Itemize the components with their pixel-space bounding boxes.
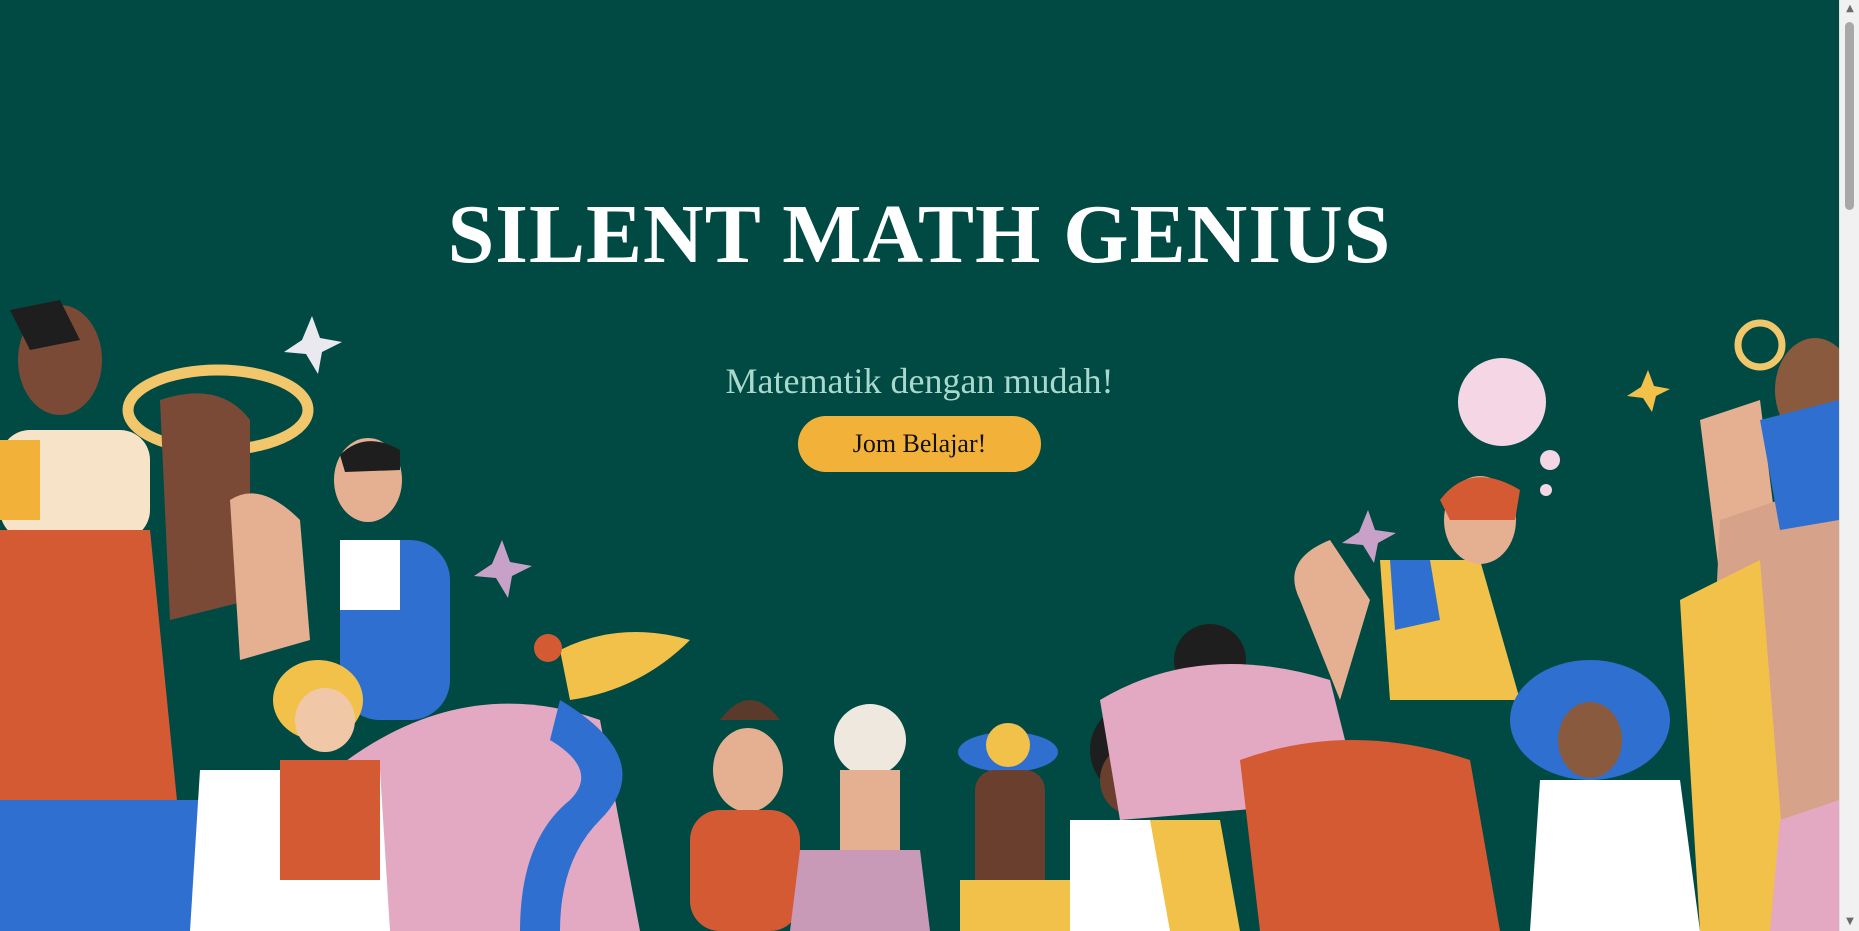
hero-section: SILENT MATH GENIUS Matematik dengan muda… [0,0,1839,931]
scroll-down-icon[interactable]: ▼ [1840,913,1859,931]
page-title: SILENT MATH GENIUS [447,188,1392,281]
page-subtitle: Matematik dengan mudah! [725,361,1114,401]
vertical-scrollbar[interactable]: ▲ ▼ [1839,0,1859,931]
scroll-thumb[interactable] [1845,22,1854,210]
start-learning-button[interactable]: Jom Belajar! [798,416,1041,472]
star-pink [474,540,532,598]
star-pink-right [1342,510,1396,563]
scroll-up-icon[interactable]: ▲ [1840,0,1859,18]
